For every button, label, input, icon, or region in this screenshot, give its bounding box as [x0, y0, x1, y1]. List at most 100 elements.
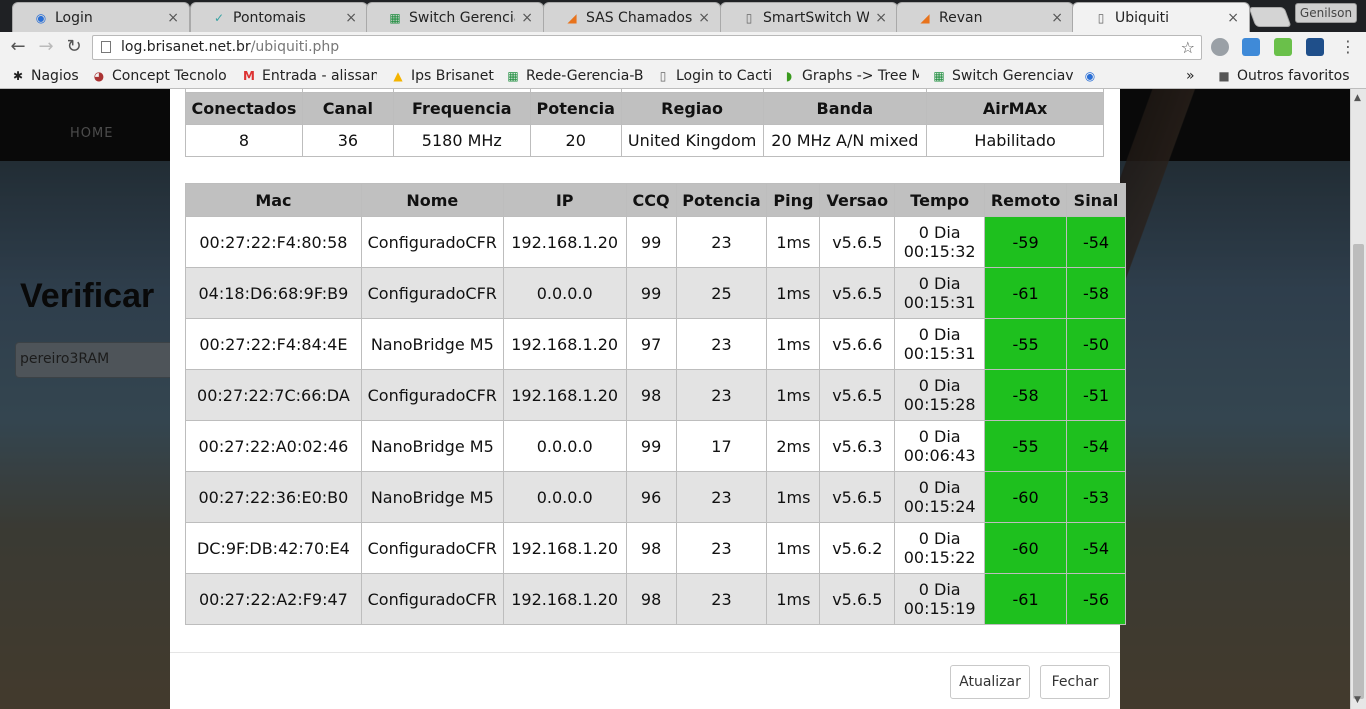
column-header-tempo: Tempo — [894, 183, 986, 217]
uptime-days: 0 Dia — [918, 529, 961, 548]
ping-cell: 1ms — [766, 471, 821, 523]
uptime-time: 00:15:32 — [903, 242, 976, 261]
sheet-icon: ▦ — [933, 69, 945, 83]
browser-menu-icon[interactable]: ⋮ — [1340, 38, 1356, 56]
ping-cell: 1ms — [766, 267, 821, 319]
scroll-thumb[interactable] — [1353, 244, 1364, 699]
scroll-up-icon[interactable]: ▲ — [1354, 93, 1361, 103]
ccq-cell: 98 — [625, 522, 677, 574]
extension-globe-icon[interactable] — [1211, 38, 1229, 56]
extension-network-icon[interactable] — [1306, 38, 1324, 56]
ping-cell: 1ms — [766, 216, 821, 268]
close-tab-icon[interactable]: × — [875, 10, 887, 26]
station-row: DC:9F:DB:42:70:E4 ConfiguradoCFR 192.168.1… — [185, 522, 1126, 574]
reload-icon[interactable]: ↻ — [63, 36, 85, 58]
uptime-time: 00:15:31 — [903, 344, 976, 363]
bookmark-nagios[interactable]: ✱ Nagios — [10, 66, 85, 86]
tab-sas-chamados[interactable]: ◢ SAS Chamados × — [543, 2, 721, 32]
close-tab-icon[interactable]: × — [521, 10, 533, 26]
ip-cell: 192.168.1.20 — [502, 216, 627, 268]
uptime-days: 0 Dia — [918, 325, 961, 344]
close-tab-icon[interactable]: × — [345, 10, 357, 26]
tab-revan[interactable]: ◢ Revan × — [896, 2, 1074, 32]
new-tab-button[interactable] — [1248, 7, 1292, 27]
tab-smartswitch[interactable]: ▯ SmartSwitch We × — [720, 2, 898, 32]
mac-cell: 00:27:22:36:E0:B0 — [185, 471, 362, 523]
ping-cell: 1ms — [766, 369, 821, 421]
name-cell: ConfiguradoCFR — [360, 216, 504, 268]
ip-cell: 192.168.1.20 — [502, 573, 627, 625]
column-header-nome: Nome — [360, 183, 504, 217]
page-viewport: HOME Verificar pereiro3RAM Conectados Ca… — [0, 89, 1366, 709]
bookmark-rede-gerencia[interactable]: ▦ Rede-Gerencia-Br — [505, 66, 643, 86]
ccq-cell: 99 — [625, 267, 677, 319]
frequency-value: 5180 MHz — [392, 124, 531, 157]
uptime-cell: 0 Dia 00:15:31 — [894, 267, 986, 319]
uptime-cell: 0 Dia 00:15:24 — [894, 471, 986, 523]
name-cell: ConfiguradoCFR — [360, 522, 504, 574]
version-cell: v5.6.5 — [819, 573, 896, 625]
folder-icon: ■ — [1218, 69, 1230, 83]
uptime-days: 0 Dia — [918, 580, 961, 599]
uptime-cell: 0 Dia 00:15:31 — [894, 318, 986, 370]
refresh-button[interactable]: Atualizar — [950, 665, 1030, 699]
mac-cell: 04:18:D6:68:9F:B9 — [185, 267, 362, 319]
bookmark-switch-gerenciavel[interactable]: ▦ Switch Gerenciav — [931, 66, 1073, 86]
signal-cell: -50 — [1066, 318, 1126, 370]
bookmark-cacti-login[interactable]: ▯ Login to Cacti — [655, 66, 771, 86]
power-cell: 23 — [675, 522, 768, 574]
summary-header: AirMAx — [926, 92, 1104, 125]
close-tab-icon[interactable]: × — [1227, 10, 1239, 26]
close-tab-icon[interactable]: × — [698, 10, 710, 26]
rss-icon: ◉ — [1084, 69, 1096, 83]
uptime-cell: 0 Dia 00:06:43 — [894, 420, 986, 472]
bookmark-star-icon[interactable]: ☆ — [1181, 36, 1195, 59]
signal-cell: -54 — [1066, 522, 1126, 574]
profile-button[interactable]: Genilson — [1295, 3, 1357, 23]
tab-switch-gerenciavel[interactable]: ▦ Switch Gerenciav × — [366, 2, 544, 32]
scroll-down-icon[interactable]: ▼ — [1354, 695, 1361, 705]
page-info-icon[interactable] — [101, 41, 111, 53]
extension-translate-icon[interactable] — [1242, 38, 1260, 56]
bookmark-cacti-graphs[interactable]: ◗ Graphs -> Tree M — [781, 66, 919, 86]
remote-signal-cell: -55 — [984, 318, 1068, 370]
bookmarks-overflow-button[interactable]: » — [1186, 66, 1200, 86]
station-row: 00:27:22:7C:66:DA ConfiguradoCFR 192.168.1… — [185, 369, 1126, 421]
extension-audio-icon[interactable] — [1274, 38, 1292, 56]
uptime-time: 00:15:31 — [903, 293, 976, 312]
address-bar[interactable]: log.brisanet.net.br/ubiquiti.php ☆ — [92, 35, 1202, 60]
tab-ubiquiti[interactable]: ▯ Ubiquiti × — [1072, 2, 1250, 32]
bookmarks-bar: ✱ Nagios ◕ Concept Tecnolo M Entrada - alis… — [0, 62, 1366, 89]
page-scrollbar[interactable]: ▲ ▼ — [1350, 89, 1366, 709]
close-tab-icon[interactable]: × — [1051, 10, 1063, 26]
version-cell: v5.6.5 — [819, 216, 896, 268]
region-value: United Kingdom — [620, 124, 764, 157]
bookmark-ips-brisanet[interactable]: ▲ Ips Brisanet — [390, 66, 498, 86]
mac-cell: 00:27:22:A0:02:46 — [185, 420, 362, 472]
bookmark-rss[interactable]: ◉ — [1082, 66, 1102, 86]
tab-pontomais[interactable]: ✓ Pontomais × — [190, 2, 368, 32]
uptime-cell: 0 Dia 00:15:19 — [894, 573, 986, 625]
signal-cell: -53 — [1066, 471, 1126, 523]
signal-cell: -54 — [1066, 420, 1126, 472]
remote-signal-cell: -59 — [984, 216, 1068, 268]
forward-icon[interactable]: → — [35, 36, 57, 58]
close-tab-icon[interactable]: × — [167, 10, 179, 26]
summary-header: Regiao — [620, 92, 764, 125]
back-icon[interactable]: ← — [7, 36, 29, 58]
signal-cell: -56 — [1066, 573, 1126, 625]
sas-icon: ◢ — [567, 10, 577, 25]
uptime-days: 0 Dia — [918, 274, 961, 293]
bookmark-concept[interactable]: ◕ Concept Tecnolo — [91, 66, 229, 86]
rss-icon: ◉ — [35, 10, 47, 25]
ping-cell: 1ms — [766, 573, 821, 625]
tab-login[interactable]: ◉ Login × — [12, 2, 190, 32]
bookmark-gmail[interactable]: M Entrada - alissan — [241, 66, 377, 86]
uptime-cell: 0 Dia 00:15:28 — [894, 369, 986, 421]
sas-icon: ◢ — [920, 10, 930, 25]
concept-icon: ◕ — [93, 69, 105, 83]
close-button[interactable]: Fechar — [1040, 665, 1110, 699]
mac-cell: 00:27:22:F4:84:4E — [185, 318, 362, 370]
other-bookmarks[interactable]: ■ Outros favoritos — [1216, 66, 1356, 86]
station-row: 00:27:22:F4:80:58 ConfiguradoCFR 192.168.1… — [185, 216, 1126, 268]
